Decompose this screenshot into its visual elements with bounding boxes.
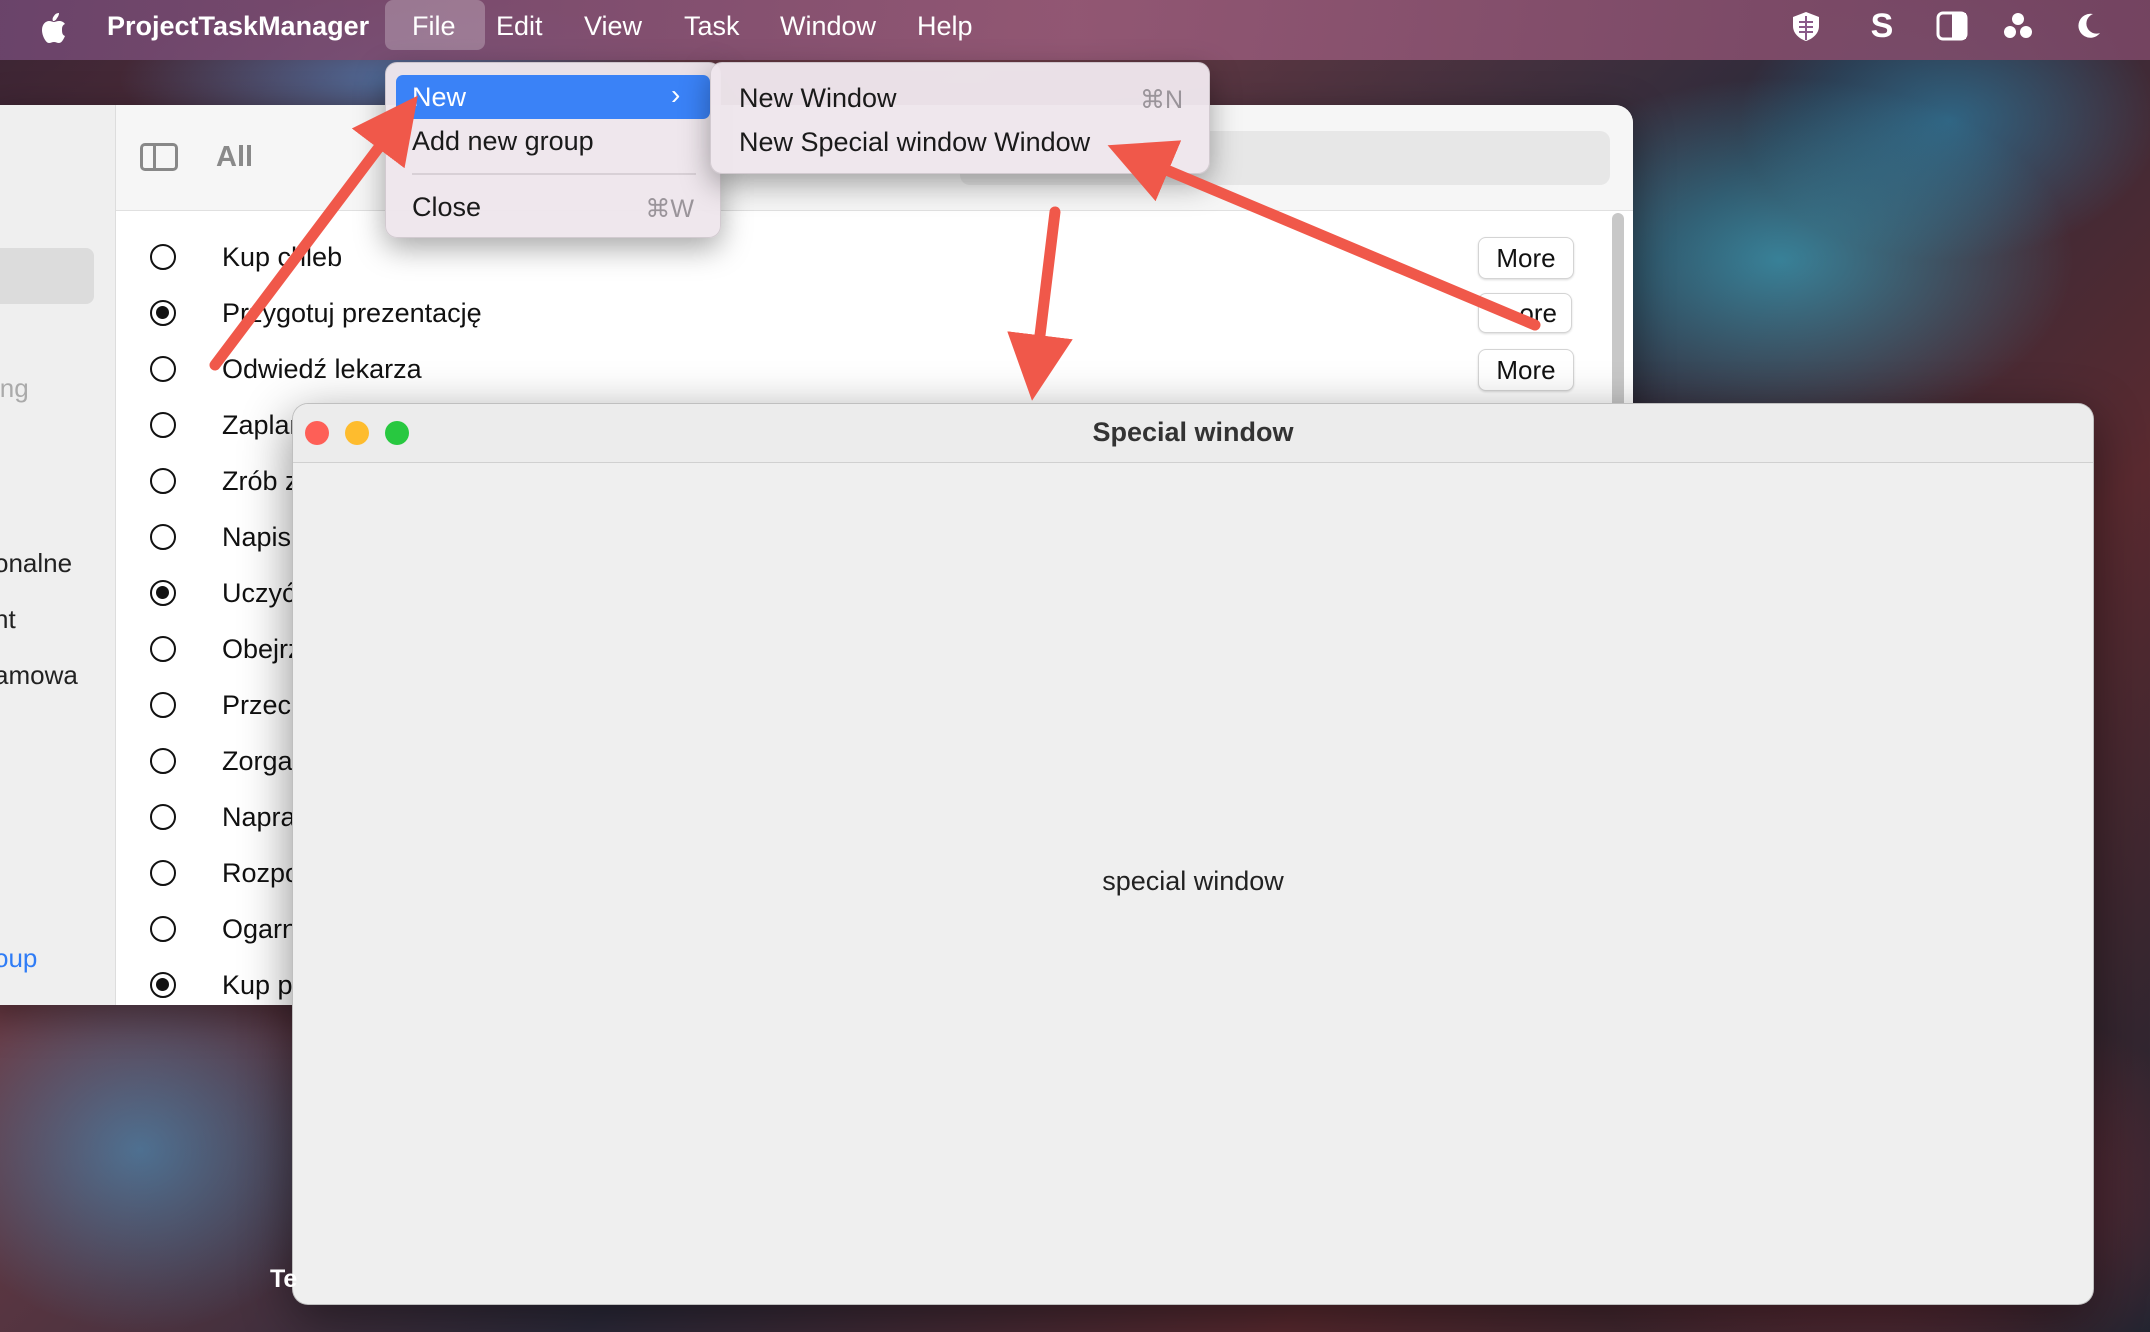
task-label: Kup chleb	[222, 241, 343, 272]
task-label: Ogarni	[222, 913, 304, 944]
task-row[interactable]: Zorgan	[150, 741, 308, 781]
task-checkbox[interactable]	[150, 916, 176, 942]
special-window-text: special window	[1102, 866, 1284, 896]
new-window-shortcut: ⌘N	[1139, 86, 1183, 114]
task-checkbox[interactable]	[150, 972, 176, 998]
task-checkbox[interactable]	[150, 804, 176, 830]
sidebar-item-fragment[interactable]: onalne	[0, 548, 72, 579]
more-button[interactable]: ore	[1478, 293, 1572, 333]
task-checkbox[interactable]	[150, 748, 176, 774]
task-checkbox[interactable]	[150, 412, 176, 438]
menu-separator	[412, 173, 696, 175]
vpn-shield-icon[interactable]	[1788, 8, 1824, 44]
desktop-label-fragment: Te	[270, 1265, 298, 1293]
task-row[interactable]: Zaplan	[150, 405, 305, 445]
task-checkbox[interactable]	[150, 860, 176, 886]
task-checkbox[interactable]	[150, 636, 176, 662]
task-checkbox[interactable]	[150, 524, 176, 550]
window-titlebar[interactable]: Special window	[293, 404, 2093, 463]
sidebar-app-icon[interactable]	[1934, 8, 1970, 44]
more-button[interactable]: More	[1478, 349, 1574, 391]
menu-item-add-new-group[interactable]: Add new group	[412, 126, 594, 157]
page-title: All	[216, 141, 254, 173]
close-shortcut: ⌘W	[645, 195, 694, 223]
task-row[interactable]: Zrób za	[150, 461, 314, 501]
menu-window[interactable]: Window	[780, 11, 876, 42]
task-row[interactable]: Napraw	[150, 797, 315, 837]
menu-task[interactable]: Task	[684, 11, 740, 42]
sidebar-item-fragment[interactable]: amowa	[0, 660, 78, 691]
task-checkbox[interactable]	[150, 244, 176, 270]
task-row[interactable]: Rozpoc	[150, 853, 314, 893]
task-row[interactable]: Odwiedź lekarza	[150, 349, 422, 389]
task-label: Uczyć	[222, 577, 296, 608]
task-label: Obejrz	[222, 633, 302, 664]
task-label: Kup pr	[222, 969, 302, 1000]
menu-item-new-window[interactable]: New Window	[739, 83, 897, 114]
sidebar-toggle-icon[interactable]	[140, 143, 178, 171]
task-row[interactable]: Napisz	[150, 517, 305, 557]
task-checkbox[interactable]	[150, 468, 176, 494]
menu-item-new-special-window[interactable]: New Special window Window	[739, 127, 1090, 158]
s-app-icon[interactable]: S	[1864, 7, 1900, 45]
task-row[interactable]: Kup pr	[150, 965, 302, 1005]
sidebar-selected-item[interactable]	[0, 248, 94, 304]
menu-help[interactable]: Help	[917, 11, 973, 42]
more-button[interactable]: More	[1478, 237, 1574, 279]
task-row[interactable]: Uczyć	[150, 573, 296, 613]
dots-app-icon[interactable]	[2000, 8, 2036, 44]
task-checkbox[interactable]	[150, 300, 176, 326]
app-name-menu[interactable]: ProjectTaskManager	[107, 11, 369, 42]
sidebar-item-fragment[interactable]: ing	[0, 373, 29, 404]
menu-view[interactable]: View	[584, 11, 642, 42]
add-group-link[interactable]: oup	[0, 943, 37, 974]
menu-item-close[interactable]: Close	[412, 192, 481, 223]
moon-icon[interactable]	[2070, 8, 2106, 44]
apple-logo-icon[interactable]	[38, 10, 68, 46]
task-row[interactable]: Kup chleb	[150, 237, 342, 277]
window-title: Special window	[1092, 417, 1294, 447]
task-checkbox[interactable]	[150, 580, 176, 606]
chevron-right-icon: ›	[671, 79, 681, 110]
task-label: Odwiedź lekarza	[222, 353, 422, 384]
special-window: Special window special window	[292, 403, 2094, 1305]
task-label: Przygotuj prezentację	[222, 297, 482, 328]
task-row[interactable]: Obejrz	[150, 629, 302, 669]
menu-edit[interactable]: Edit	[496, 11, 543, 42]
sidebar: ing onalne nt amowa oup	[0, 105, 116, 1005]
file-menu-dropdown: New › Add new group Close ⌘W	[385, 62, 721, 238]
new-submenu: New Window ⌘N New Special window Window	[710, 62, 1210, 174]
menu-item-new[interactable]: New	[412, 82, 466, 113]
task-checkbox[interactable]	[150, 692, 176, 718]
task-row[interactable]: Przygotuj prezentację	[150, 293, 482, 333]
task-row[interactable]: Przecz	[150, 685, 305, 725]
task-checkbox[interactable]	[150, 356, 176, 382]
sidebar-item-fragment[interactable]: nt	[0, 604, 16, 635]
menu-bar: ProjectTaskManager File Edit View Task W…	[0, 0, 2150, 60]
task-row[interactable]: Ogarni	[150, 909, 303, 949]
menu-file[interactable]: File	[412, 11, 456, 42]
